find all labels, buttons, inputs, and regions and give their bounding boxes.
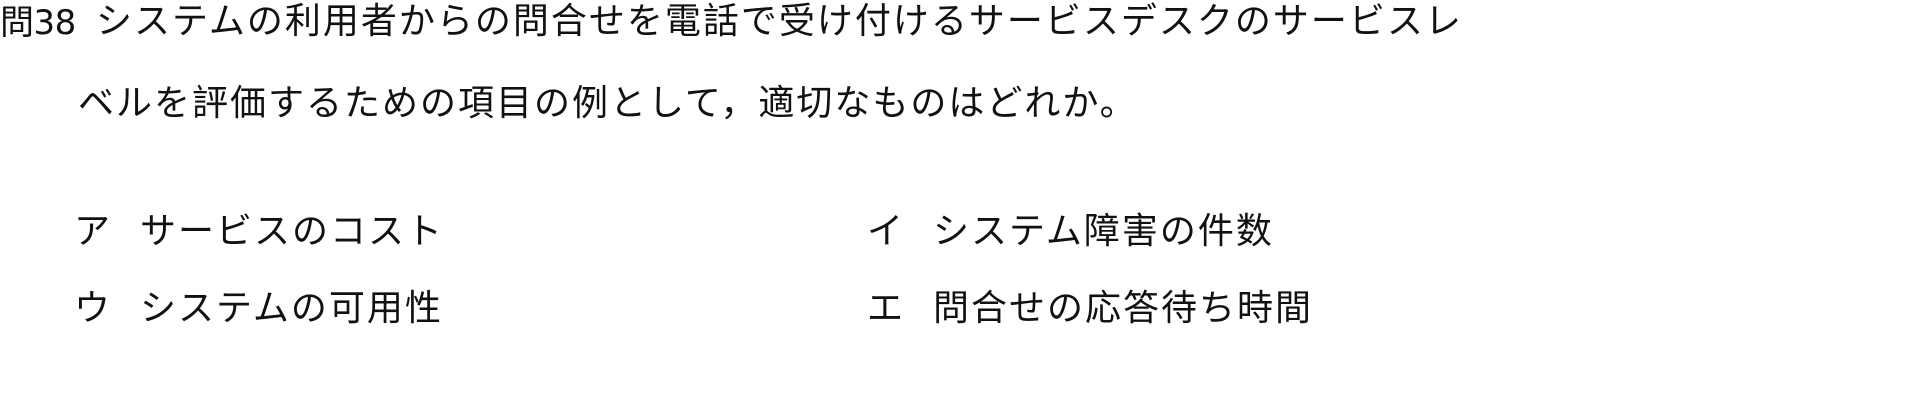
question-text-line-1: システムの利用者からの問合せを電話で受け付けるサービスデスクのサービスレ <box>96 1 1463 42</box>
choice-u[interactable]: ウシステムの可用性 <box>74 287 443 331</box>
choice-text: システム障害の件数 <box>933 211 1274 252</box>
question-text-line-2: ベルを評価するための項目の例として，適切なものはどれか。 <box>78 83 1138 124</box>
choice-e[interactable]: エ問合せの応答待ち時間 <box>867 287 1313 331</box>
choice-text: システムの可用性 <box>140 288 443 329</box>
choice-marker: ア <box>74 211 113 252</box>
choice-text: 問合せの応答待ち時間 <box>933 288 1314 329</box>
choice-marker: ウ <box>74 288 113 329</box>
choice-marker: エ <box>867 288 906 329</box>
choice-i[interactable]: イシステム障害の件数 <box>867 210 1274 254</box>
exam-question: 問38 システムの利用者からの問合せを電話で受け付けるサービスデスクのサービスレ… <box>0 0 1923 413</box>
choice-text: サービスのコスト <box>140 211 445 252</box>
choice-marker: イ <box>867 211 906 252</box>
question-number: 問38 <box>0 3 76 43</box>
choice-a[interactable]: アサービスのコスト <box>74 210 444 254</box>
